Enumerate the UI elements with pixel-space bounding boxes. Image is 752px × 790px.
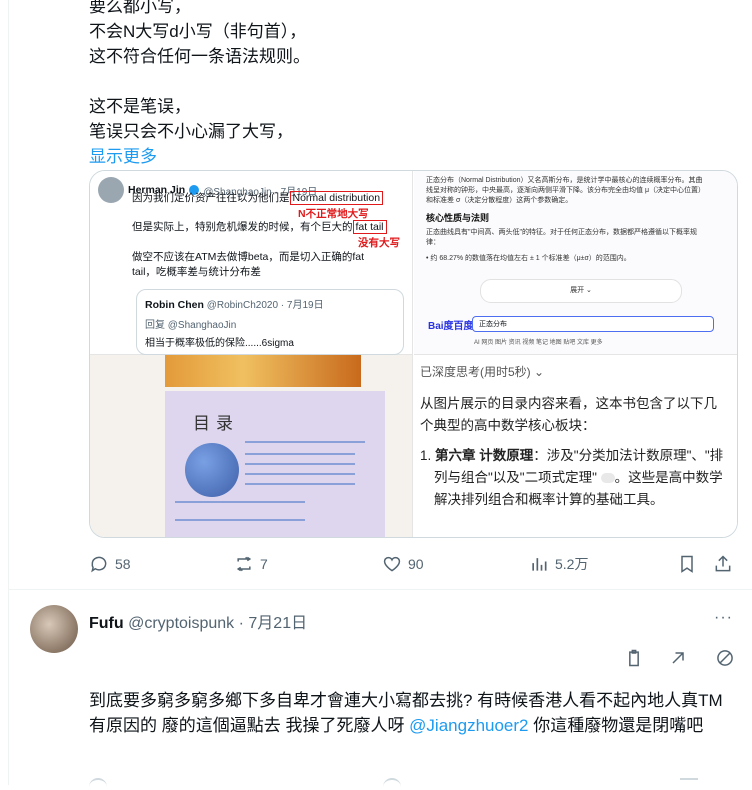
- bookmark-button[interactable]: [677, 554, 697, 574]
- post-line: 不会N大写d小写（非句首），: [89, 22, 307, 41]
- tweet-text: 但是实际上，特别危机爆发的时候，有个巨大的: [132, 221, 353, 233]
- baidu-logo: Bai度百度: [428, 321, 474, 332]
- reply-text: 到底要多窮多窮多鄉下多自卑才會連大小寫都去挑? 有時候香港人看不起內地人真TM有…: [89, 688, 739, 738]
- retweet-count: 7: [260, 556, 268, 572]
- baidu-text: 正态曲线具有"中间高、两头低"的特征。对于任何正态分布，数据都严格遵循以下概率规: [426, 229, 697, 236]
- toc-entry-line: [245, 441, 365, 443]
- embedded-tweet-line: tail，吃概率差与统计分布差: [132, 266, 261, 278]
- baidu-tabs: AI 网页 图片 资讯 视频 笔记 地图 贴吧 文库 更多: [474, 340, 603, 346]
- mention-link[interactable]: @Jiangzhuoer2: [409, 716, 528, 735]
- quote-author-handle: @RobinCh2020 · 7月19日: [206, 300, 324, 311]
- quoted-tweet-card: Robin Chen @RobinCh2020 · 7月19日 回复 @Shan…: [136, 289, 404, 355]
- reply-button[interactable]: 58: [89, 554, 131, 574]
- ai-list-item: 1. 第六章 计数原理：涉及"分类加法计数原理"、"排列与组合"以及"二项式定理…: [420, 445, 730, 511]
- view-count: 5.2万: [555, 556, 589, 572]
- baidu-search-value: 正态分布: [479, 321, 507, 328]
- share-button[interactable]: [713, 554, 733, 574]
- heart-icon: [383, 556, 401, 572]
- annotation-note: 没有大写: [358, 237, 400, 249]
- post-action-bar: 58 7 90 5.2万: [89, 552, 736, 580]
- heart-icon[interactable]: [383, 778, 401, 790]
- reply-author-meta[interactable]: @cryptoispunk · 7月21日: [128, 615, 307, 632]
- media-image-textbook[interactable]: 目录: [90, 355, 413, 537]
- reply-author-name[interactable]: Fufu: [89, 615, 124, 632]
- toc-entry-line: [175, 519, 305, 521]
- bookmark-icon: [681, 555, 693, 573]
- reply-icon: [91, 556, 107, 573]
- baidu-text: 律：: [426, 239, 440, 246]
- quote-author-name: Robin Chen: [145, 299, 204, 311]
- toc-entry-line: [245, 463, 355, 465]
- annotation-note: N不正常地大写: [298, 208, 369, 220]
- ai-answer-text: 从图片展示的目录内容来看，这本书包含了以下几个典型的高中数学核心板块： 1. 第…: [420, 393, 730, 511]
- timeline-border: [8, 0, 9, 785]
- embedded-tweet-line: 做空不应该在ATM去做博beta，而是切入正确的fat: [132, 251, 364, 263]
- retweet-button[interactable]: 7: [234, 554, 268, 574]
- quote-header: Robin Chen @RobinCh2020 · 7月19日: [145, 296, 324, 311]
- baidu-text: 正态分布（Normal Distribution）又名高斯分布，是统计学中最核心…: [426, 177, 703, 184]
- reply-icon[interactable]: [89, 778, 107, 790]
- post-text: 要么都小写， 不会N大写d小写（非句首）， 这不符合任何一条语法规则。 这不是笔…: [89, 0, 729, 169]
- embedded-tweet-line: 但是实际上，特别危机爆发的时候，有个巨大的 fat tail: [132, 220, 387, 234]
- reply-body: 你這種廢物還是閉嘴吧: [528, 716, 704, 735]
- link-icon: [600, 473, 615, 484]
- divider: [8, 589, 752, 590]
- post-line: 这不是笔误，: [89, 97, 191, 116]
- post-line: [89, 69, 729, 94]
- media-image-baidu-screenshot[interactable]: 正态分布（Normal Distribution）又名高斯分布，是统计学中最核心…: [414, 171, 737, 355]
- reply-count: 58: [115, 556, 131, 572]
- like-button[interactable]: 90: [382, 554, 424, 574]
- book-cover-strip: [165, 355, 361, 387]
- clipboard-icon[interactable]: [624, 648, 644, 668]
- highlight-box: Normal distribution: [289, 191, 384, 205]
- post-line: 笔误只会不小心漏了大写，: [89, 122, 293, 141]
- bookmark-icon[interactable]: [680, 778, 698, 790]
- show-more-link[interactable]: 显示更多: [89, 144, 729, 169]
- list-item-title: 第六章 计数原理: [435, 448, 534, 463]
- baidu-search-box: 正态分布: [472, 316, 714, 332]
- highlight-box: fat tail: [352, 220, 387, 234]
- toc-title: 目录: [193, 414, 239, 433]
- list-number: 1.: [420, 448, 432, 463]
- post-line: 这不符合任何一条语法规则。: [89, 47, 310, 66]
- quote-reply-to: 回复 @ShanghaoJin: [145, 320, 237, 331]
- toc-entry-line: [175, 501, 305, 503]
- quote-text: 相当于概率极低的保险......6sigma: [145, 338, 294, 349]
- reply-header: Fufu @cryptoispunk · 7月21日: [89, 609, 307, 633]
- book-toc-page: 目录: [165, 391, 385, 537]
- toc-entry-line: [245, 483, 355, 485]
- media-image-ai-answer[interactable]: 已深度思考(用时5秒) ⌄ 从图片展示的目录内容来看，这本书包含了以下几个典型的…: [414, 355, 737, 537]
- baidu-text: • 约 68.27% 的数值落在均值左右 ± 1 个标准差（μ±σ）的范围内。: [426, 255, 631, 262]
- views-button[interactable]: 5.2万: [529, 554, 588, 574]
- retweet-icon: [236, 556, 252, 572]
- toc-entry-line: [245, 473, 355, 475]
- more-options-button[interactable]: ···: [714, 609, 733, 627]
- ai-thinking-status: 已深度思考(用时5秒) ⌄: [420, 365, 545, 379]
- ai-paragraph: 从图片展示的目录内容来看，这本书包含了以下几个典型的高中数学核心板块：: [420, 396, 717, 433]
- post-line: 要么都小写，: [89, 0, 191, 16]
- avatar[interactable]: [30, 605, 78, 653]
- baidu-heading: 核心性质与法则: [426, 213, 490, 223]
- tweet-text: 因为我们定价资产往往以为他们是: [132, 192, 290, 204]
- toc-illustration: [185, 443, 239, 497]
- embedded-tweet-line: 因为我们定价资产往往以为他们是 Normal distribution: [132, 191, 384, 205]
- media-grid[interactable]: Herman Jin @ShanghaoJin · 7月19日 因为我们定价资产…: [89, 170, 738, 538]
- block-icon[interactable]: [715, 648, 735, 668]
- like-count: 90: [408, 556, 424, 572]
- expand-pill: 展开 ⌄: [480, 279, 682, 303]
- baidu-text: 线呈对称的钟形，中央最高，逐渐向两侧平滑下降。该分布完全由均值 μ（决定中心位置…: [426, 187, 705, 194]
- share-icon: [715, 555, 731, 572]
- baidu-text: 和标准差 σ（决定分散程度）这两个参数确定。: [426, 197, 573, 204]
- media-image-tweet-screenshot[interactable]: Herman Jin @ShanghaoJin · 7月19日 因为我们定价资产…: [90, 171, 413, 355]
- views-icon: [532, 558, 547, 571]
- avatar: [98, 177, 124, 203]
- arrow-up-right-icon[interactable]: [668, 648, 688, 668]
- toc-entry-line: [245, 453, 355, 455]
